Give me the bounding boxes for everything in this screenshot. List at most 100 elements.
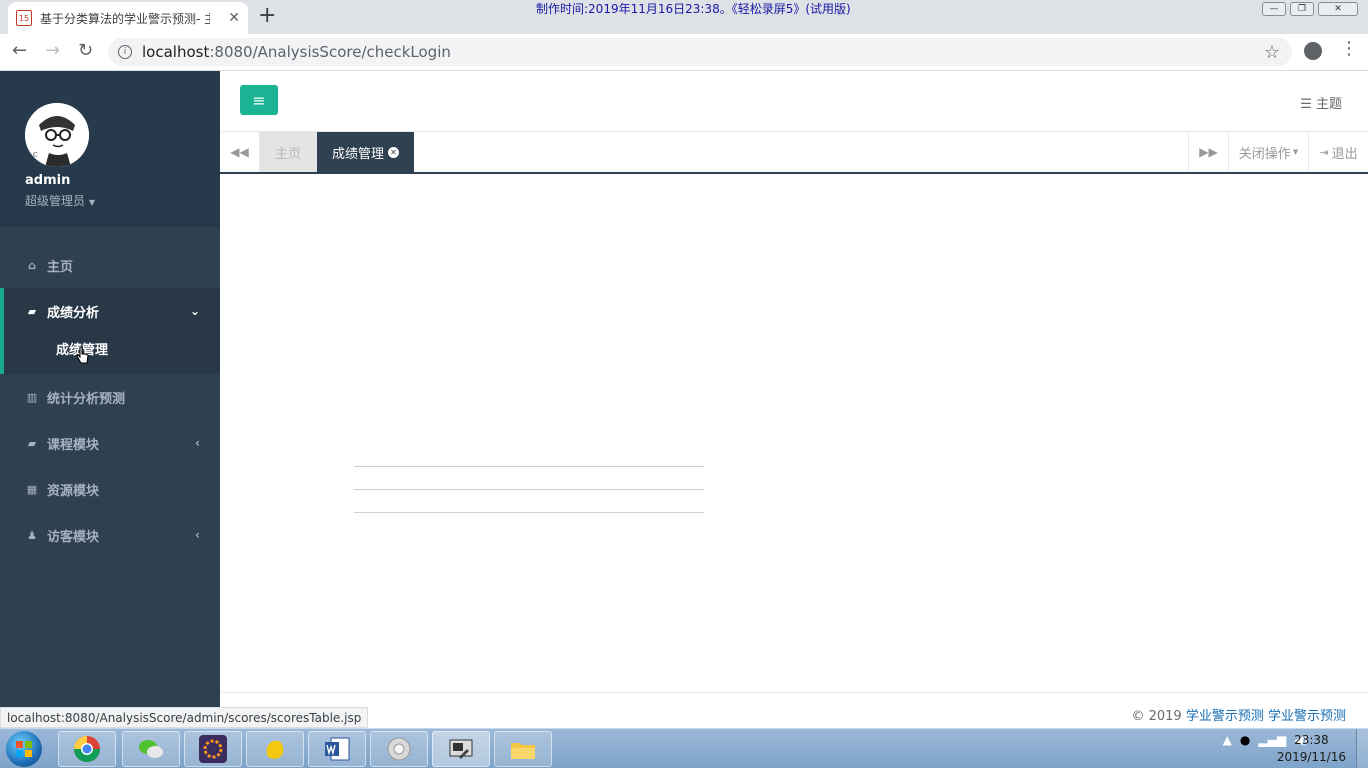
folder-icon <box>511 743 535 759</box>
window-controls: — ❐ ✕ <box>1262 2 1358 16</box>
forward-icon: ▶▶ <box>1199 145 1218 159</box>
sidebar-item-label: 访客模块 <box>47 529 100 545</box>
tab-score-management[interactable]: 成绩管理 ✕ <box>317 132 414 172</box>
book-icon: ▰ <box>27 304 37 318</box>
sidebar-toggle-button[interactable]: ≡ <box>240 85 278 115</box>
browser-tab[interactable]: 15 基于分类算法的学业警示预测- 主 ✕ <box>8 2 248 34</box>
taskbar-word[interactable] <box>308 731 366 767</box>
theme-button[interactable]: ☰ 主题 <box>1300 93 1342 112</box>
taskbar-wechat[interactable] <box>122 731 180 767</box>
bar-chart-icon: ▥ <box>26 390 38 404</box>
taskbar-chrome[interactable] <box>58 731 116 767</box>
profile-username: admin <box>25 173 71 188</box>
show-desktop-button[interactable] <box>1356 729 1368 768</box>
clock-date: 2019/11/16 <box>1276 750 1346 764</box>
recorder-watermark: 制作时间:2019年11月16日23:38。《轻松录屏5》(试用版) <box>536 2 851 16</box>
windows-taskbar: ▲ ● ▂▄▆ ◀) 23:38 2019/11/16 <box>0 728 1368 768</box>
user-icon: ♟ <box>27 528 37 542</box>
windows-flag-icon <box>16 741 32 757</box>
sidebar-item-label: 课程模块 <box>47 437 100 453</box>
book-icon: ▰ <box>27 436 37 450</box>
back-arrow-icon[interactable]: ← <box>12 40 27 61</box>
sidebar: Ⲥ admin 超级管理员 ▼ ⌂ 主页 ▰ 成绩分析 ⌄ 成绩管理 ▥ 统计分… <box>0 71 220 728</box>
taskbar-clock[interactable]: 23:38 2019/11/16 <box>1277 732 1346 766</box>
caret-down-icon: ▼ <box>88 198 95 207</box>
svg-text:Ⲥ: Ⲥ <box>33 151 38 159</box>
hand-icon <box>266 740 284 759</box>
tabs-scroll-right-button[interactable]: ▶▶ <box>1188 132 1228 172</box>
avatar[interactable]: Ⲥ <box>25 103 89 167</box>
table-icon: ▦ <box>26 482 38 496</box>
tab-label: 成绩管理 <box>332 146 385 162</box>
theme-list-icon: ☰ <box>1300 97 1312 112</box>
divider <box>354 466 704 467</box>
browser-tab-strip: 15 基于分类算法的学业警示预测- 主 ✕ + 制作时间:2019年11月16日… <box>0 0 1368 34</box>
taskbar-explorer[interactable] <box>494 731 552 767</box>
backward-icon: ◀◀ <box>230 145 249 159</box>
sidebar-item-statistics[interactable]: ▥ 统计分析预测 <box>0 374 220 420</box>
footer-text: © 2019 学业警示预测 学业警示预测 <box>1131 705 1346 724</box>
divider <box>354 489 704 490</box>
sidebar-item-home[interactable]: ⌂ 主页 <box>0 242 220 288</box>
sidebar-item-courses[interactable]: ▰ 课程模块 ‹ <box>0 420 220 466</box>
sidebar-item-score-analysis[interactable]: ▰ 成绩分析 ⌄ <box>4 288 220 334</box>
clock-time: 23:38 <box>1294 733 1329 747</box>
profile-role-dropdown[interactable]: 超级管理员 ▼ <box>25 192 95 209</box>
caret-down-icon: ▼ <box>1292 148 1299 156</box>
sidebar-item-visitors[interactable]: ♟ 访客模块 ‹ <box>0 512 220 558</box>
minimize-button[interactable]: — <box>1262 2 1286 16</box>
chevron-left-icon: ‹ <box>195 528 200 542</box>
chrome-icon <box>73 736 101 763</box>
taskbar-app-gear[interactable] <box>370 731 428 767</box>
recorder-icon <box>449 739 473 759</box>
account-icon[interactable] <box>1304 42 1322 60</box>
address-bar[interactable]: i localhost:8080/AnalysisScore/checkLogi… <box>108 38 1292 66</box>
browser-toolbar: ← → ↻ i localhost:8080/AnalysisScore/che… <box>0 34 1368 71</box>
reload-icon[interactable]: ↻ <box>78 40 93 61</box>
sidebar-item-label: 成绩分析 <box>47 305 100 321</box>
sidebar-subitem-score-management[interactable]: 成绩管理 <box>4 334 220 374</box>
footer-link[interactable]: 学业警示预测 <box>1268 709 1346 724</box>
bookmark-star-icon[interactable]: ☆ <box>1264 42 1280 63</box>
chevron-left-icon: ‹ <box>195 436 200 450</box>
footer-link[interactable]: 学业警示预测 <box>1186 709 1264 724</box>
close-ops-label: 关闭操作 <box>1238 146 1291 162</box>
kebab-menu-icon[interactable]: ⋮ <box>1340 40 1358 58</box>
sidebar-item-label: 主页 <box>47 259 74 275</box>
url-host: localhost <box>142 43 210 61</box>
avatar-image: Ⲥ <box>25 103 89 167</box>
home-icon: ⌂ <box>28 258 36 272</box>
restore-button[interactable]: ❐ <box>1290 2 1314 16</box>
window-close-button[interactable]: ✕ <box>1318 2 1358 16</box>
sidebar-group-score-analysis: ▰ 成绩分析 ⌄ 成绩管理 <box>0 288 220 374</box>
url-path: :8080/AnalysisScore/checkLogin <box>209 43 451 61</box>
sidebar-item-label: 资源模块 <box>47 483 100 499</box>
new-tab-button[interactable]: + <box>258 5 276 27</box>
show-hidden-icons-icon[interactable]: ▲ <box>1223 733 1232 747</box>
gear-icon <box>387 737 411 761</box>
sidebar-item-resources[interactable]: ▦ 资源模块 <box>0 466 220 512</box>
sidebar-item-label: 统计分析预测 <box>47 391 126 407</box>
info-icon[interactable]: i <box>118 45 132 59</box>
browser-tab-title: 基于分类算法的学业警示预测- 主 <box>40 11 210 26</box>
eclipse-ide-icon <box>199 735 227 763</box>
main-panel: ≡ ☰ 主题 ◀◀ 主页 成绩管理 ✕ ▶▶ 关闭操作 ▼ ⇥ 退出 © 2019 … <box>220 71 1368 728</box>
close-operations-dropdown[interactable]: 关闭操作 ▼ <box>1228 132 1308 172</box>
logout-label: 退出 <box>1331 146 1358 162</box>
top-navbar: ≡ ☰ 主题 <box>220 71 1368 132</box>
qq-penguin-icon[interactable]: ● <box>1240 733 1250 747</box>
divider <box>354 512 704 513</box>
taskbar-eclipse[interactable] <box>184 731 242 767</box>
logout-button[interactable]: ⇥ 退出 <box>1308 132 1368 172</box>
tab-close-icon[interactable]: ✕ <box>388 146 399 158</box>
tabs-scroll-left-button[interactable]: ◀◀ <box>220 132 260 172</box>
tab-home[interactable]: 主页 <box>260 132 317 172</box>
taskbar-screen-recorder[interactable] <box>432 731 490 767</box>
start-button[interactable] <box>6 731 42 767</box>
tab-close-icon[interactable]: ✕ <box>228 10 240 26</box>
page-footer: © 2019 学业警示预测 学业警示预测 <box>220 692 1368 728</box>
chevron-down-icon: ⌄ <box>189 304 200 318</box>
content-frame <box>220 175 1368 693</box>
forward-arrow-icon[interactable]: → <box>45 40 60 61</box>
taskbar-app-yellow[interactable] <box>246 731 304 767</box>
